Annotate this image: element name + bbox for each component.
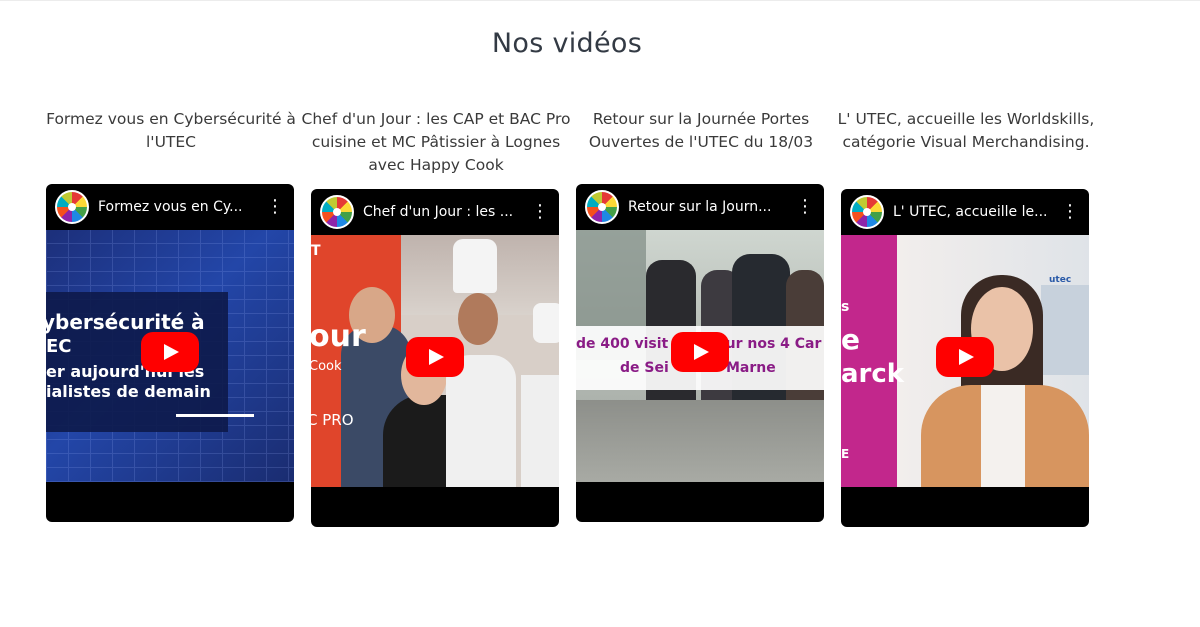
player-header: Chef d'un Jour : les ... ⋮: [311, 189, 559, 235]
youtube-play-icon[interactable]: [141, 332, 199, 372]
background-banner: [1041, 285, 1089, 375]
player-header: Formez vous en Cy... ⋮: [46, 184, 294, 230]
player-title-link[interactable]: Chef d'un Jour : les ...: [363, 204, 525, 220]
video-player[interactable]: T our Cook C PRO Chef d'un Jour : les ..…: [311, 189, 559, 527]
player-title-link[interactable]: L' UTEC, accueille le...: [893, 204, 1055, 220]
video-title: Retour sur la Journée Portes Ouvertes de…: [588, 110, 814, 151]
overlay-text: our: [311, 319, 366, 354]
player-title-link[interactable]: Retour sur la Journ...: [628, 199, 790, 215]
youtube-play-icon[interactable]: [406, 337, 464, 377]
kebab-menu-icon[interactable]: ⋮: [529, 201, 551, 223]
underline-bar: [176, 414, 254, 417]
youtube-play-icon[interactable]: [671, 332, 729, 372]
video-title: L' UTEC, accueille les Worldskills, caté…: [837, 110, 1095, 151]
overlay-text: ialistes de demain: [46, 382, 211, 401]
overlay-text: T: [311, 243, 321, 259]
overlay-text: arck: [841, 359, 905, 389]
ground: [576, 400, 824, 482]
video-card-2: Chef d'un Jour : les CAP et BAC Pro cuis…: [302, 108, 570, 527]
video-card-4: L' UTEC, accueille les Worldskills, caté…: [838, 108, 1094, 527]
kebab-menu-icon[interactable]: ⋮: [794, 196, 816, 218]
top-divider: [0, 0, 1200, 1]
overlay-text: s: [841, 299, 850, 315]
chef-hat: [453, 239, 497, 293]
video-card-3: Retour sur la Journée Portes Ouvertes de…: [576, 108, 826, 522]
chef-hat: [533, 303, 559, 343]
overlay-text: e: [841, 323, 860, 356]
overlay-text: E: [841, 447, 850, 461]
video-player[interactable]: de 400 visit our nos 4 Car de Sei Marne …: [576, 184, 824, 522]
overlay-text: de Sei: [620, 360, 669, 376]
video-player[interactable]: ybersécurité à EC er aujourd'hui les ial…: [46, 184, 294, 522]
kebab-menu-icon[interactable]: ⋮: [1059, 201, 1081, 223]
overlay-text: Cook: [311, 359, 342, 374]
video-title: Formez vous en Cybersécurité à l'UTEC: [46, 110, 296, 151]
video-player[interactable]: utec s e arck E L' UTEC, accueille le...…: [841, 189, 1089, 527]
utec-logo-icon[interactable]: [320, 195, 354, 229]
section-title: Nos vidéos: [491, 28, 643, 59]
player-header: L' UTEC, accueille le... ⋮: [841, 189, 1089, 235]
video-title: Chef d'un Jour : les CAP et BAC Pro cuis…: [301, 110, 571, 174]
player-header: Retour sur la Journ... ⋮: [576, 184, 824, 230]
overlay-text: de 400 visit: [576, 336, 669, 352]
utec-logo-icon[interactable]: [55, 190, 89, 224]
overlay-text: EC: [46, 336, 72, 357]
video-card-1: Formez vous en Cybersécurité à l'UTEC yb…: [46, 108, 296, 522]
overlay-text: Marne: [726, 360, 776, 376]
overlay-text: ybersécurité à: [46, 310, 205, 334]
utec-logo-icon[interactable]: [850, 195, 884, 229]
utec-logo-icon[interactable]: [585, 190, 619, 224]
player-title-link[interactable]: Formez vous en Cy...: [98, 199, 260, 215]
student-jacket-white: [521, 375, 559, 487]
presenter-shirt: [981, 385, 1025, 487]
youtube-play-icon[interactable]: [936, 337, 994, 377]
student-face: [458, 293, 498, 345]
overlay-text: utec: [1049, 275, 1072, 285]
kebab-menu-icon[interactable]: ⋮: [264, 196, 286, 218]
page: Nos vidéos Formez vous en Cybersécurité …: [0, 0, 1200, 627]
overlay-text: our nos 4 Car: [716, 336, 822, 352]
overlay-text: C PRO: [311, 411, 354, 429]
